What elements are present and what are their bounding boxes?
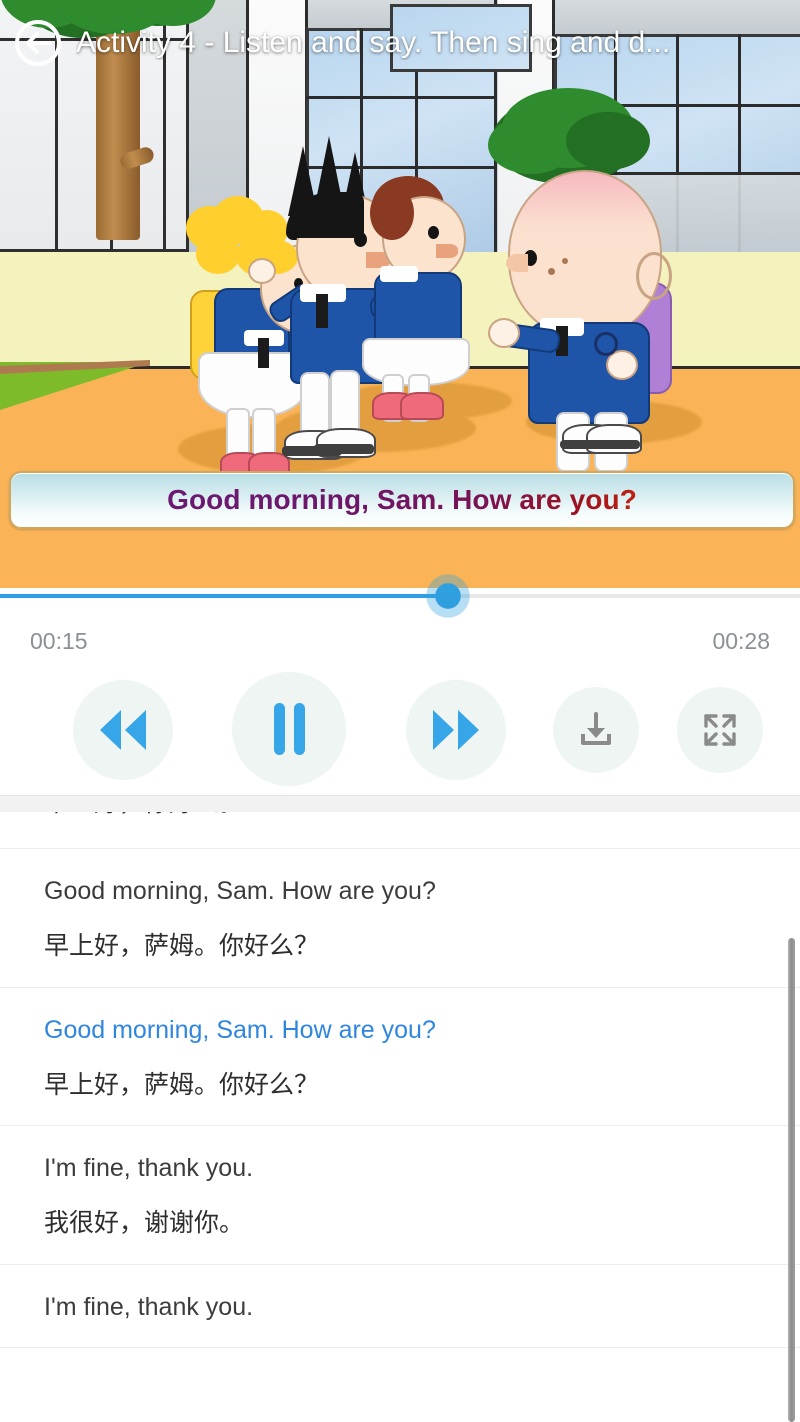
forward-button[interactable] — [406, 680, 506, 780]
seek-thumb[interactable] — [426, 574, 470, 618]
arrow-left-circle-icon — [15, 20, 61, 66]
time-row: 00:15 00:28 — [0, 628, 800, 662]
fast-forward-icon — [433, 710, 479, 750]
transcript-en: I'm fine, thank you. — [44, 1154, 254, 1182]
page-title: Activity 4 - Listen and say. Then sing a… — [76, 26, 671, 59]
duration-label: 00:28 — [712, 628, 770, 654]
pause-button[interactable] — [232, 672, 346, 786]
download-icon — [581, 712, 611, 745]
transcript-scrollbar[interactable] — [788, 938, 795, 1422]
title-bar: Activity 4 - Listen and say. Then sing a… — [0, 0, 800, 86]
seek-bar[interactable] — [0, 574, 800, 618]
transcript-en: Good morning, Sam. How are you? — [44, 877, 436, 905]
transcript-row-active[interactable]: Good morning, Sam. How are you? 早上好，萨姆。你… — [0, 988, 800, 1126]
video-subtitle-bar: Good morning, Sam. How are you? — [9, 471, 795, 529]
back-button[interactable] — [0, 0, 76, 86]
current-time-label: 00:15 — [30, 628, 88, 654]
transcript-row[interactable]: I'm fine, thank you. — [0, 1265, 800, 1348]
transcript-row[interactable]: Good morning, Sam. How are you? 早上好，你好么。 — [0, 812, 800, 849]
rewind-icon — [100, 710, 146, 750]
transcript-row[interactable]: I'm fine, thank you. 我很好，谢谢你。 — [0, 1126, 800, 1265]
video-player-stage[interactable]: Good morning, Sam. How are you? Activity… — [0, 0, 800, 588]
transcript-list[interactable]: Good morning, Sam. How are you? 早上好，你好么。… — [0, 812, 800, 1422]
transcript-en: Good morning, Sam. How are you? — [44, 1015, 436, 1044]
transcript-en: I'm fine, thank you. — [44, 1292, 254, 1321]
transcript-zh: 早上好，你好么。 — [44, 812, 756, 820]
fullscreen-icon — [704, 714, 736, 746]
fullscreen-button[interactable] — [677, 687, 763, 773]
player-controls — [0, 672, 800, 790]
transcript-zh: 我很好，谢谢你。 — [44, 1208, 245, 1237]
pause-icon — [274, 703, 305, 755]
transcript-zh: 早上好，萨姆。你好么？ — [44, 931, 320, 960]
download-button[interactable] — [553, 687, 639, 773]
transcript-zh: 早上好，萨姆。你好么？ — [44, 1069, 320, 1099]
seek-progress — [0, 594, 448, 598]
media-lesson-screen: Good morning, Sam. How are you? Activity… — [0, 0, 800, 1422]
transcript-row[interactable]: Good morning, Sam. How are you? 早上好，萨姆。你… — [0, 849, 800, 988]
rewind-button[interactable] — [73, 680, 173, 780]
video-subtitle-text: Good morning, Sam. How are you? — [167, 484, 637, 515]
